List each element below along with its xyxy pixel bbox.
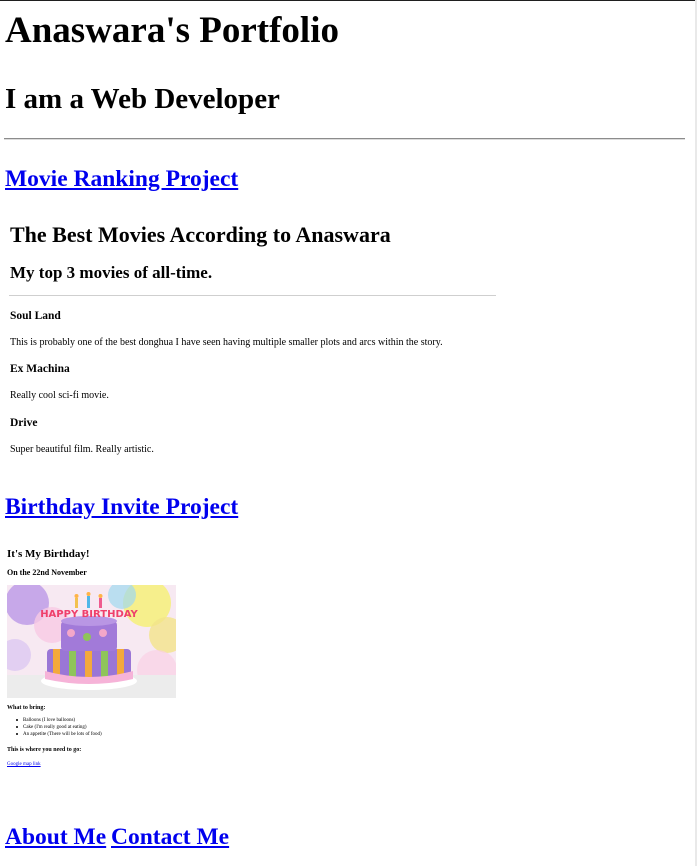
- movie-title: Drive: [10, 417, 38, 429]
- birthday-date: On the 22nd November: [7, 568, 87, 577]
- movies-subheading: My top 3 movies of all-time.: [10, 263, 213, 282]
- movies-heading: The Best Movies According to Anaswara: [10, 222, 391, 247]
- list-item: Balloons (I love balloons): [16, 717, 102, 724]
- google-map-link[interactable]: Google map link: [7, 761, 41, 768]
- bring-list: Balloons (I love balloons) Cake (I'm rea…: [16, 717, 102, 738]
- page-subtitle: I am a Web Developer: [5, 83, 280, 115]
- page-title: Anaswara's Portfolio: [5, 10, 339, 51]
- list-item: An appetite (There will be lots of food): [16, 731, 102, 738]
- list-item: Cake (I'm really good at eating): [16, 724, 102, 731]
- movie-title: Ex Machina: [10, 363, 70, 375]
- movie-description: Super beautiful film. Really artistic.: [10, 444, 154, 455]
- movie-description: This is probably one of the best donghua…: [10, 337, 443, 348]
- bring-heading: What to bring:: [7, 705, 46, 711]
- where-heading: This is where you need to go:: [7, 747, 82, 753]
- window-top-border: [0, 0, 697, 1]
- movie-title: Soul Land: [10, 310, 61, 322]
- birthday-heading: It's My Birthday!: [7, 548, 90, 560]
- movie-description: Really cool sci-fi movie.: [10, 390, 109, 401]
- cake-banner: HAPPY BIRTHDAY: [40, 609, 138, 620]
- movies-divider: [9, 295, 496, 296]
- contact-me-link[interactable]: Contact Me: [111, 823, 229, 851]
- about-me-link[interactable]: About Me: [5, 823, 106, 851]
- section-divider: [4, 138, 685, 140]
- birthday-invite-project-link[interactable]: Birthday Invite Project: [5, 493, 238, 521]
- birthday-cake-image: HAPPY BIRTHDAY: [7, 585, 176, 698]
- movie-ranking-project-link[interactable]: Movie Ranking Project: [5, 165, 238, 193]
